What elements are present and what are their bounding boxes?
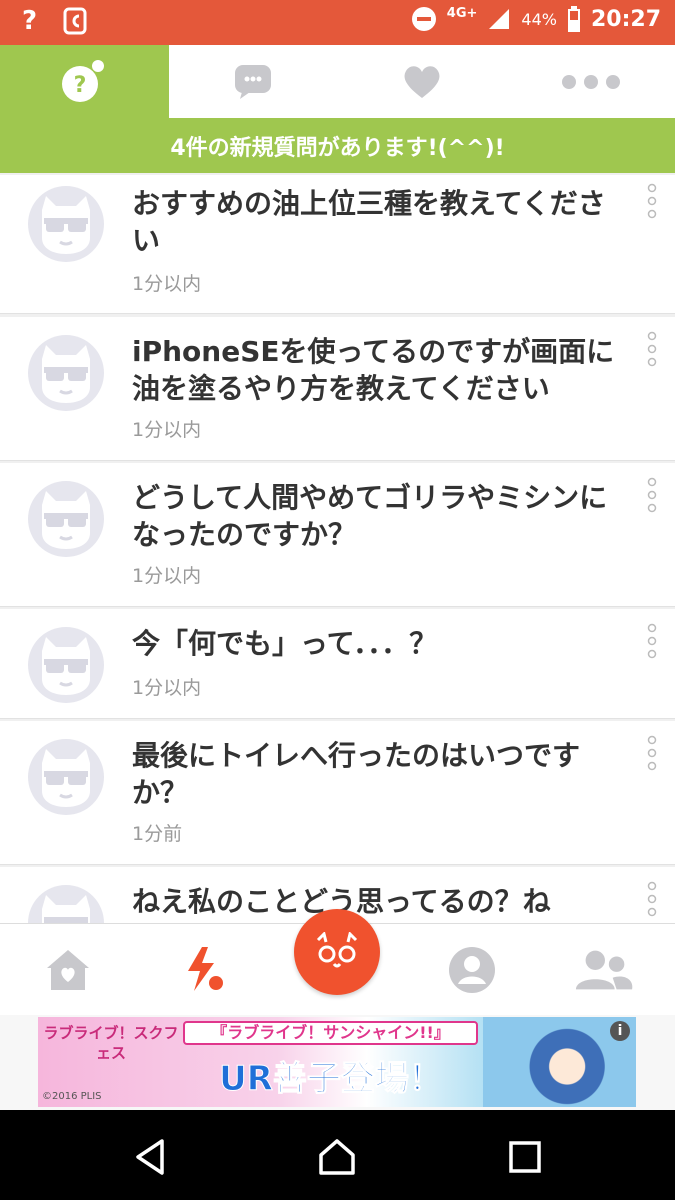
battery-percent: 44%: [521, 9, 557, 29]
ask-icon: [316, 932, 358, 968]
nav-home[interactable]: [38, 942, 98, 998]
question-time: 1分前: [132, 823, 183, 845]
new-questions-banner[interactable]: 4件の新規質問があります!(^^)!: [0, 118, 675, 173]
svg-text:?: ?: [74, 73, 87, 98]
ad-info-icon[interactable]: i: [610, 1021, 630, 1041]
tab-questions[interactable]: ?: [0, 45, 169, 118]
avatar: [28, 335, 104, 411]
chat-icon: [235, 64, 272, 99]
kebab-menu-icon[interactable]: [645, 735, 659, 771]
avatar: [28, 186, 104, 262]
avatar: [28, 885, 104, 923]
ad-title: 『ラブライブ！サンシャイン!!』: [183, 1021, 478, 1045]
tab-bar: ?: [0, 45, 675, 118]
question-list[interactable]: おすすめの油上位三種を教えてください 1分以内 iPhoneSEを使ってるのです…: [0, 175, 675, 923]
kebab-menu-icon[interactable]: [645, 881, 659, 917]
do-not-disturb-icon: [411, 7, 436, 31]
status-bar: ? 4G+ 44% 20:27: [0, 0, 675, 45]
friends-icon: [575, 950, 633, 990]
ad-headline: UR善子登場！: [219, 1059, 444, 1100]
system-nav-bar: [0, 1110, 675, 1200]
ask-question-button[interactable]: [294, 909, 380, 995]
kebab-menu-icon[interactable]: [645, 183, 659, 219]
avatar: [28, 739, 104, 815]
question-time: 1分以内: [132, 677, 202, 699]
kebab-menu-icon[interactable]: [645, 331, 659, 367]
ad-banner[interactable]: ラブライブ！スクフェス 『ラブライブ！サンシャイン!!』 UR善子登場！ ©20…: [0, 1015, 675, 1110]
question-time: 1分以内: [132, 273, 202, 295]
activity-icon: [188, 947, 223, 991]
question-card[interactable]: おすすめの油上位三種を教えてください 1分以内: [0, 175, 675, 314]
avatar: [28, 481, 104, 557]
question-notification-icon: ?: [22, 6, 38, 36]
nav-friends[interactable]: [574, 942, 634, 998]
tab-likes[interactable]: [338, 45, 507, 118]
kebab-menu-icon[interactable]: [645, 477, 659, 513]
question-icon: ?: [62, 59, 105, 102]
question-text: おすすめの油上位三種を教えてください: [132, 187, 606, 257]
bottom-nav: [0, 909, 675, 1015]
question-text: iPhoneSEを使ってるのですが画面に油を塗るやり方を教えてください: [132, 335, 615, 405]
profile-icon: [449, 947, 495, 993]
kebab-menu-icon[interactable]: [645, 623, 659, 659]
app-notification-icon: [63, 7, 87, 35]
more-icon: [561, 74, 620, 89]
ad-logo: ラブライブ！スクフェス: [43, 1024, 179, 1062]
question-text: 最後にトイレへ行ったのはいつですか？: [132, 739, 581, 809]
heart-icon: [404, 65, 440, 98]
ad-image[interactable]: ラブライブ！スクフェス 『ラブライブ！サンシャイン!!』 UR善子登場！ ©20…: [38, 1017, 636, 1107]
clock: 20:27: [590, 6, 661, 32]
nav-activity[interactable]: [174, 942, 234, 998]
home-system-icon[interactable]: [317, 1137, 357, 1177]
question-text: ねえ私のことどう思ってるの？ね: [132, 885, 551, 918]
question-time: 1分以内: [132, 565, 202, 587]
network-type: 4G+: [446, 5, 478, 21]
tab-more[interactable]: [506, 45, 675, 118]
question-text: 今「何でも」って．．．？: [132, 627, 438, 660]
question-card[interactable]: iPhoneSEを使ってるのですが画面に油を塗るやり方を教えてください 1分以内: [0, 317, 675, 461]
question-card[interactable]: どうして人間やめてゴリラやミシンになったのですか？ 1分以内: [0, 463, 675, 607]
recents-icon[interactable]: [505, 1137, 545, 1177]
question-text: どうして人間やめてゴリラやミシンになったのですか？: [132, 481, 608, 551]
home-icon: [47, 950, 89, 990]
avatar: [28, 627, 104, 703]
back-icon[interactable]: [130, 1137, 170, 1177]
nav-profile[interactable]: [442, 942, 502, 998]
battery-icon: [567, 6, 580, 32]
signal-icon: [489, 9, 510, 29]
ad-copyright: ©2016 PLIS: [42, 1091, 102, 1102]
question-card[interactable]: 今「何でも」って．．．？ 1分以内: [0, 609, 675, 719]
question-time: 1分以内: [132, 419, 202, 441]
tab-chat[interactable]: [169, 45, 338, 118]
question-card[interactable]: 最後にトイレへ行ったのはいつですか？ 1分前: [0, 721, 675, 865]
